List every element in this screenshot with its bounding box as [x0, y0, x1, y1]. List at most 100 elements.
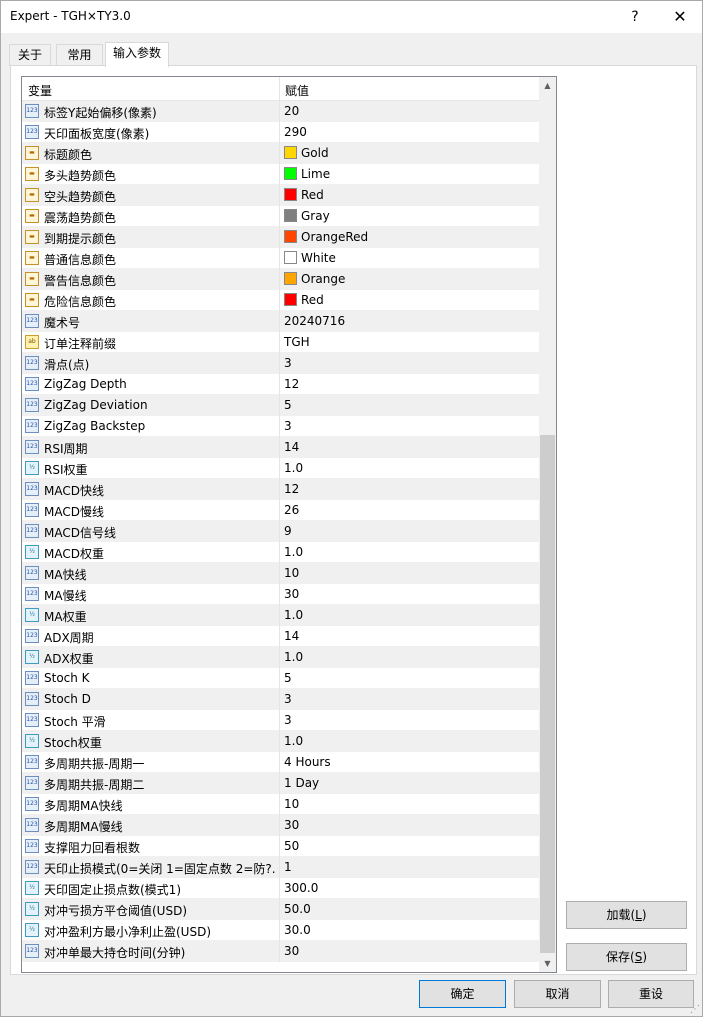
parameter-value[interactable]: 1.0	[284, 734, 303, 748]
parameter-row[interactable]: ▬ 标题颜色 Gold	[22, 143, 539, 164]
parameter-row[interactable]: ▬ 危险信息颜色 Red	[22, 290, 539, 311]
parameter-row[interactable]: 123 标签Y起始偏移(像素) 20	[22, 101, 539, 122]
load-button[interactable]: 加载(L)	[566, 901, 687, 929]
parameter-value[interactable]: 14	[284, 440, 299, 454]
parameter-value[interactable]: 3	[284, 356, 292, 370]
parameter-row[interactable]: 123 对冲单最大持仓时间(分钟) 30	[22, 941, 539, 962]
parameter-row[interactable]: 123 多周期MA快线 10	[22, 794, 539, 815]
cancel-button[interactable]: 取消	[514, 980, 601, 1008]
parameter-row[interactable]: 123 ADX周期 14	[22, 626, 539, 647]
parameter-row[interactable]: ab 订单注释前缀 TGH	[22, 332, 539, 353]
parameter-value[interactable]: 14	[284, 629, 299, 643]
parameter-value[interactable]: 3	[284, 713, 292, 727]
color-swatch[interactable]	[284, 251, 297, 264]
parameter-row[interactable]: 123 天印面板宽度(像素) 290	[22, 122, 539, 143]
scroll-up-arrow-icon[interactable]: ▲	[539, 77, 556, 94]
parameter-row[interactable]: 123 ZigZag Depth 12	[22, 374, 539, 395]
parameter-row[interactable]: ½ 对冲盈利方最小净利止盈(USD) 30.0	[22, 920, 539, 941]
parameter-row[interactable]: 123 多周期MA慢线 30	[22, 815, 539, 836]
parameter-row[interactable]: 123 ZigZag Deviation 5	[22, 395, 539, 416]
tab-inputs[interactable]: 输入参数	[105, 42, 169, 67]
parameter-row[interactable]: 123 MACD慢线 26	[22, 500, 539, 521]
parameter-value[interactable]: 20240716	[284, 314, 345, 328]
parameter-row[interactable]: 123 滑点(点) 3	[22, 353, 539, 374]
color-swatch[interactable]	[284, 167, 297, 180]
parameter-value[interactable]: Red	[301, 293, 324, 307]
parameter-value[interactable]: 1 Day	[284, 776, 319, 790]
parameter-value[interactable]: 1.0	[284, 608, 303, 622]
vertical-scrollbar[interactable]: ▲ ▼	[539, 77, 556, 972]
scroll-thumb[interactable]	[540, 435, 555, 953]
parameter-value[interactable]: OrangeRed	[301, 230, 368, 244]
parameter-value[interactable]: 10	[284, 797, 299, 811]
save-button[interactable]: 保存(S)	[566, 943, 687, 971]
parameter-value[interactable]: 1	[284, 860, 292, 874]
parameter-row[interactable]: 123 多周期共振-周期一 4 Hours	[22, 752, 539, 773]
parameter-row[interactable]: ½ RSI权重 1.0	[22, 458, 539, 479]
parameter-value[interactable]: Lime	[301, 167, 330, 181]
parameter-value[interactable]: 50.0	[284, 902, 311, 916]
parameter-row[interactable]: ½ Stoch权重 1.0	[22, 731, 539, 752]
parameter-value[interactable]: 290	[284, 125, 307, 139]
column-header-value[interactable]: 赋值	[285, 82, 309, 99]
parameter-row[interactable]: ½ ADX权重 1.0	[22, 647, 539, 668]
parameter-value[interactable]: 50	[284, 839, 299, 853]
parameter-value[interactable]: White	[301, 251, 336, 265]
color-swatch[interactable]	[284, 209, 297, 222]
parameter-row[interactable]: 123 MACD信号线 9	[22, 521, 539, 542]
parameter-row[interactable]: 123 支撑阻力回看根数 50	[22, 836, 539, 857]
color-swatch[interactable]	[284, 272, 297, 285]
resize-grip-icon[interactable]: ⋰	[690, 1004, 702, 1016]
parameter-value[interactable]: TGH	[284, 335, 310, 349]
parameter-value[interactable]: 12	[284, 482, 299, 496]
parameter-row[interactable]: 123 MA慢线 30	[22, 584, 539, 605]
parameter-value[interactable]: 30	[284, 587, 299, 601]
parameter-row[interactable]: ½ 对冲亏损方平仓阈值(USD) 50.0	[22, 899, 539, 920]
parameter-value[interactable]: 10	[284, 566, 299, 580]
color-swatch[interactable]	[284, 230, 297, 243]
color-swatch[interactable]	[284, 146, 297, 159]
parameter-value[interactable]: 1.0	[284, 545, 303, 559]
parameter-value[interactable]: 12	[284, 377, 299, 391]
parameter-value[interactable]: Orange	[301, 272, 345, 286]
parameter-value[interactable]: 1.0	[284, 650, 303, 664]
color-swatch[interactable]	[284, 188, 297, 201]
parameter-row[interactable]: ½ 天印固定止损点数(模式1) 300.0	[22, 878, 539, 899]
parameter-row[interactable]: 123 Stoch K 5	[22, 668, 539, 689]
parameter-row[interactable]: ▬ 空头趋势颜色 Red	[22, 185, 539, 206]
help-button[interactable]: ?	[623, 5, 647, 29]
parameter-value[interactable]: 3	[284, 692, 292, 706]
parameter-row[interactable]: 123 MACD快线 12	[22, 479, 539, 500]
parameter-value[interactable]: Red	[301, 188, 324, 202]
parameter-value[interactable]: 4 Hours	[284, 755, 331, 769]
parameter-row[interactable]: 123 天印止损模式(0=关闭 1=固定点数 2=防?.. 1	[22, 857, 539, 878]
parameter-value[interactable]: 30	[284, 944, 299, 958]
tab-about[interactable]: 关于	[9, 44, 51, 66]
parameter-value[interactable]: 5	[284, 671, 292, 685]
parameter-value[interactable]: 300.0	[284, 881, 318, 895]
parameter-value[interactable]: 20	[284, 104, 299, 118]
tab-common[interactable]: 常用	[56, 44, 103, 66]
parameter-row[interactable]: ▬ 普通信息颜色 White	[22, 248, 539, 269]
parameter-value[interactable]: 26	[284, 503, 299, 517]
parameter-row[interactable]: ▬ 震荡趋势颜色 Gray	[22, 206, 539, 227]
parameter-value[interactable]: 1.0	[284, 461, 303, 475]
parameter-value[interactable]: 30	[284, 818, 299, 832]
column-divider[interactable]	[279, 77, 280, 101]
parameter-row[interactable]: ▬ 到期提示颜色 OrangeRed	[22, 227, 539, 248]
parameter-value[interactable]: Gray	[301, 209, 330, 223]
parameter-row[interactable]: 123 魔术号 20240716	[22, 311, 539, 332]
parameter-value[interactable]: Gold	[301, 146, 329, 160]
parameter-row[interactable]: 123 RSI周期 14	[22, 437, 539, 458]
parameter-row[interactable]: 123 ZigZag Backstep 3	[22, 416, 539, 437]
parameter-row[interactable]: ▬ 警告信息颜色 Orange	[22, 269, 539, 290]
parameter-row[interactable]: 123 MA快线 10	[22, 563, 539, 584]
parameter-row[interactable]: 123 Stoch D 3	[22, 689, 539, 710]
parameter-row[interactable]: 123 多周期共振-周期二 1 Day	[22, 773, 539, 794]
parameter-row[interactable]: ½ MACD权重 1.0	[22, 542, 539, 563]
parameter-row[interactable]: 123 Stoch 平滑 3	[22, 710, 539, 731]
parameter-value[interactable]: 9	[284, 524, 292, 538]
parameter-value[interactable]: 5	[284, 398, 292, 412]
parameter-row[interactable]: ▬ 多头趋势颜色 Lime	[22, 164, 539, 185]
ok-button[interactable]: 确定	[419, 980, 506, 1008]
